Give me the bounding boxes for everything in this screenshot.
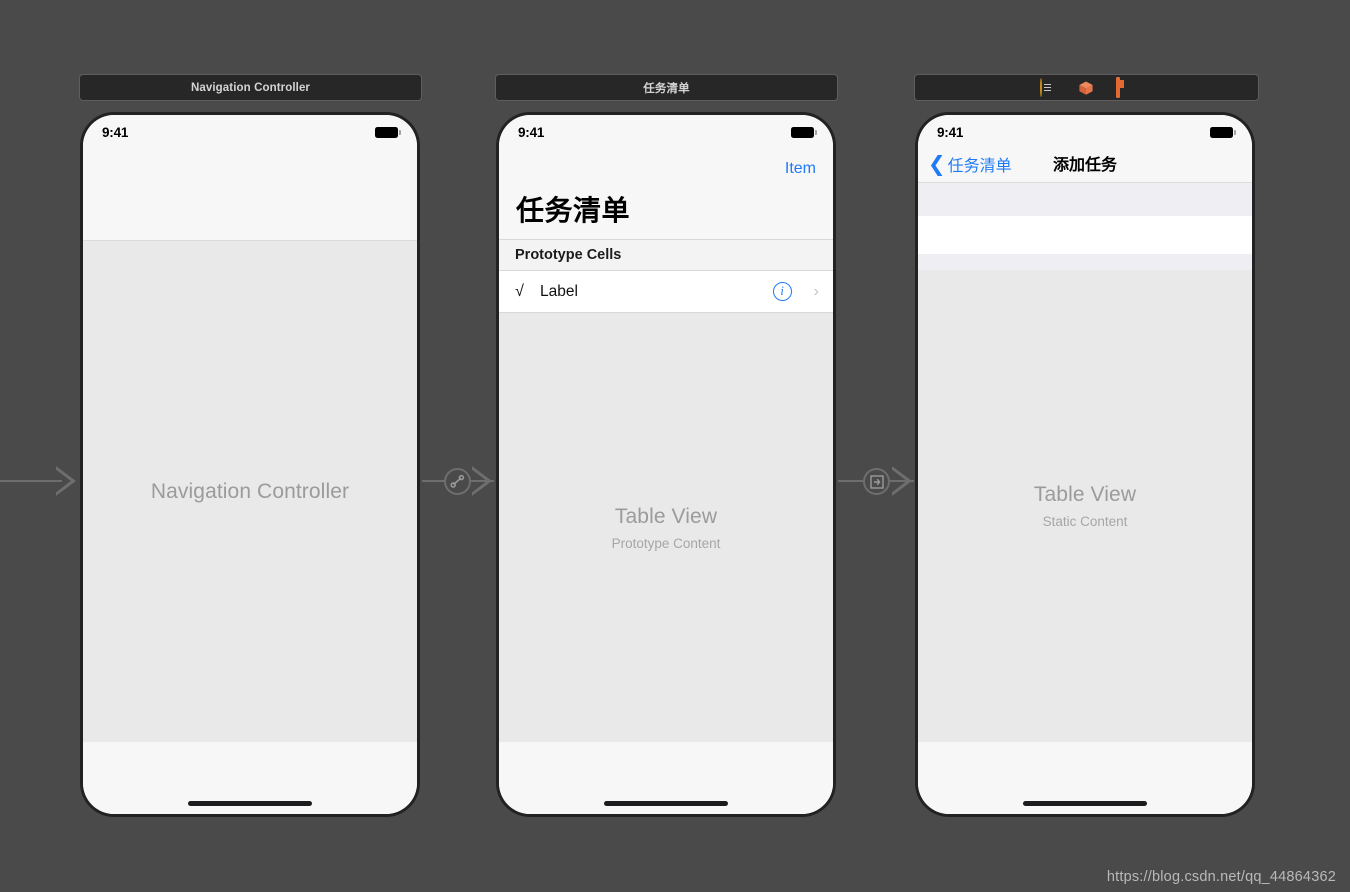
back-chevron-icon: ❮ (928, 152, 946, 176)
battery-full-icon (1210, 126, 1236, 138)
back-button[interactable]: ❮ 任务清单 (928, 152, 1012, 176)
scene-task-list[interactable]: 任务清单 9:41 Item 任务清单 Prototype Cells √ La… (495, 74, 838, 817)
back-button-label: 任务清单 (947, 158, 1012, 175)
scene-dock-title: Navigation Controller (190, 81, 311, 94)
screen-add-task: 9:41 ❮ 任务清单 添加任务 Table View Static Conte… (918, 115, 1252, 814)
status-bar: 9:41 (499, 115, 833, 149)
battery-full-icon (791, 126, 817, 138)
table-group-header-spacer (918, 183, 1252, 216)
scene-add-task[interactable]: 9:41 ❮ 任务清单 添加任务 Table View Static Conte… (914, 74, 1259, 817)
show-segue-badge[interactable] (863, 468, 890, 495)
checkmark-glyph-icon: √ (515, 282, 524, 300)
device-frame-navigation-controller: 9:41 Navigation Controller (80, 112, 420, 817)
watermark: https://blog.csdn.net/qq_44864362 (1106, 869, 1336, 885)
relationship-icon (450, 474, 465, 488)
scene-dock-add-task[interactable] (914, 74, 1259, 101)
scene-dock-navigation-controller[interactable]: Navigation Controller (79, 74, 422, 101)
table-section-header: Prototype Cells (499, 239, 833, 271)
view-controller-icon[interactable] (1040, 78, 1057, 97)
storyboard-canvas: Navigation Controller 9:41 Navigation Co… (0, 0, 1350, 892)
status-bar: 9:41 (83, 115, 417, 149)
home-indicator (188, 801, 312, 806)
placeholder-title: Table View (1033, 483, 1137, 506)
table-static-row[interactable] (918, 216, 1252, 254)
large-title: 任务清单 (516, 195, 631, 226)
prototype-cell[interactable]: √ Label i › (499, 271, 833, 313)
status-bar-clock: 9:41 (102, 124, 129, 140)
status-bar: 9:41 (918, 115, 1252, 149)
placeholder-title: Table View (614, 504, 718, 528)
placeholder-table-view: Table View Prototype Content (499, 313, 833, 742)
screen-task-list: 9:41 Item 任务清单 Prototype Cells √ Label i… (499, 115, 833, 814)
nav-right-bar-button[interactable]: Item (785, 160, 816, 178)
scene-dock-title: 任务清单 (643, 82, 690, 95)
exit-icon[interactable] (1116, 77, 1133, 98)
home-indicator (1023, 801, 1147, 806)
relationship-segue-badge[interactable] (444, 468, 471, 495)
scene-dock-task-list[interactable]: 任务清单 (495, 74, 838, 101)
device-frame-task-list: 9:41 Item 任务清单 Prototype Cells √ Label i… (496, 112, 836, 817)
battery-full-icon (375, 126, 401, 138)
disclosure-chevron-icon: › (813, 282, 819, 300)
placeholder-table-view: Table View Static Content (918, 270, 1252, 742)
first-responder-cube-icon[interactable] (1078, 79, 1095, 96)
placeholder-subtitle: Static Content (1042, 514, 1128, 529)
nav-title: 添加任务 (1053, 157, 1118, 174)
device-frame-add-task: 9:41 ❮ 任务清单 添加任务 Table View Static Conte… (915, 112, 1255, 817)
info-icon[interactable]: i (772, 282, 792, 301)
home-indicator (604, 801, 728, 806)
show-segue-icon (869, 474, 884, 489)
placeholder-subtitle: Prototype Content (611, 535, 721, 551)
scene-navigation-controller[interactable]: Navigation Controller 9:41 Navigation Co… (79, 74, 422, 817)
status-bar-clock: 9:41 (518, 124, 545, 140)
table-group-footer-spacer (918, 254, 1252, 270)
screen-navigation-controller: 9:41 Navigation Controller (83, 115, 417, 814)
placeholder-title: Navigation Controller (150, 479, 350, 503)
cell-label: Label (540, 282, 578, 300)
placeholder-navigation-controller: Navigation Controller (83, 241, 417, 742)
status-bar-clock: 9:41 (937, 124, 964, 140)
